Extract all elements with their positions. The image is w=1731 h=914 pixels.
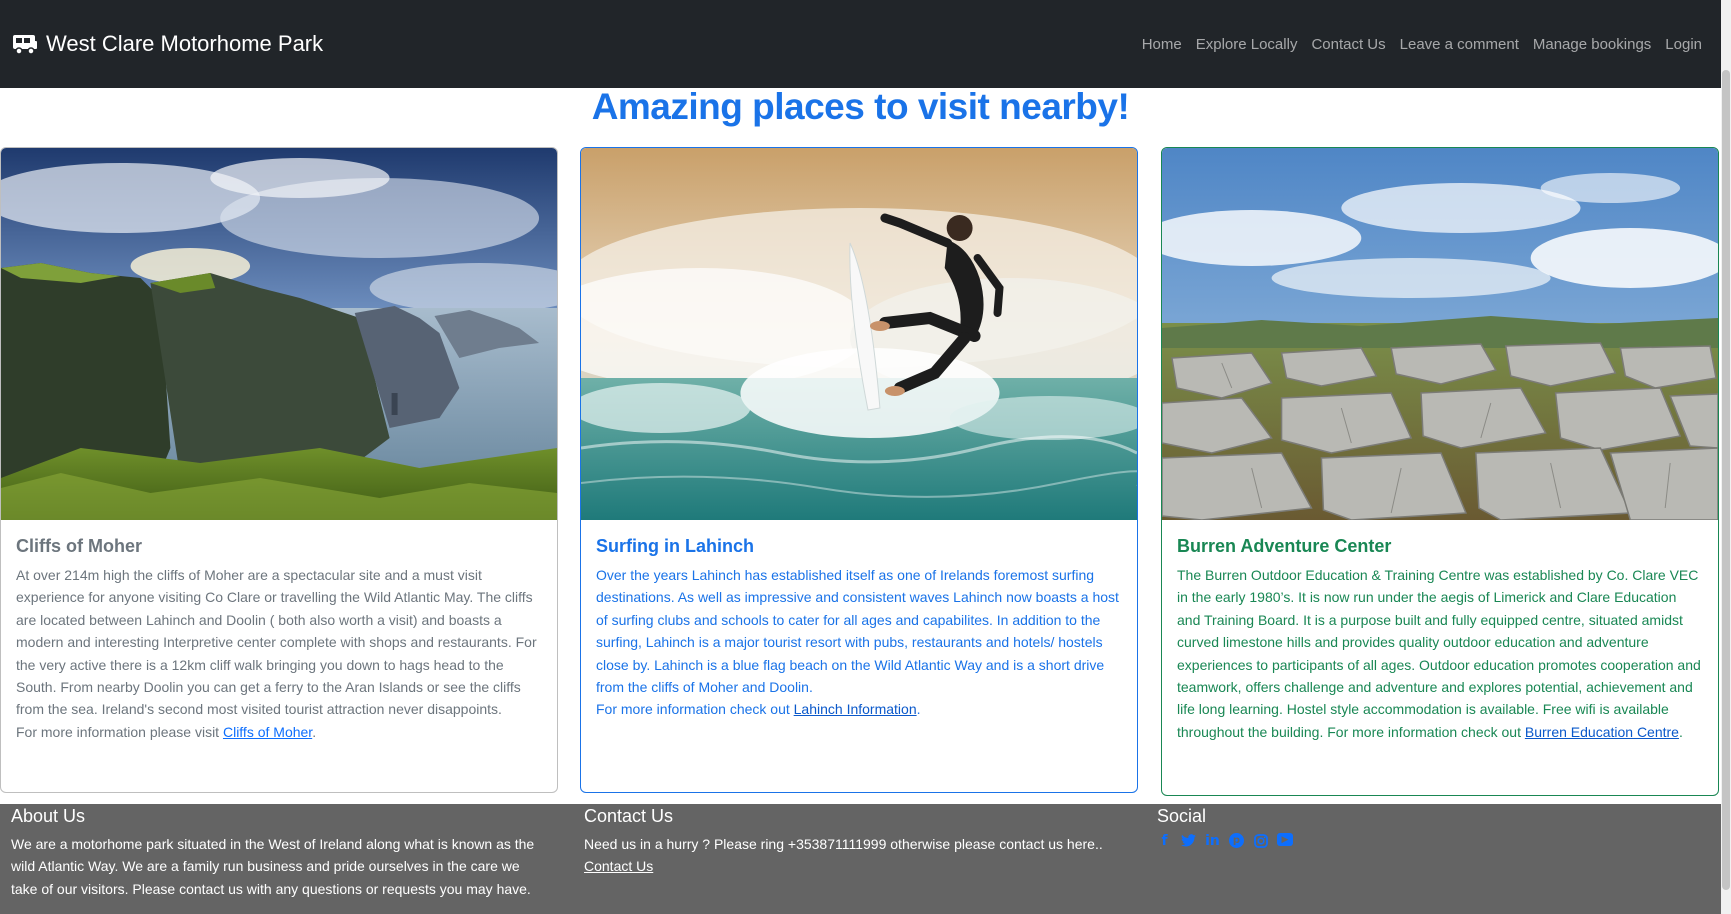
footer-contact-message: Need us in a hurry ? Please ring +353871…: [584, 836, 1103, 852]
footer-about-title: About Us: [11, 806, 86, 826]
facebook-icon[interactable]: f: [1157, 833, 1172, 849]
link-suffix: .: [916, 701, 921, 718]
card-burren-adventure-center: Burren Adventure Center The Burren Outdo…: [1161, 147, 1719, 796]
footer-about-text: We are a motorhome park situated in the …: [11, 836, 535, 897]
lahinch-information-link[interactable]: Lahinch Information: [794, 701, 917, 717]
card-body: Burren Adventure Center The Burren Outdo…: [1162, 520, 1718, 759]
brand-name: West Clare Motorhome Park: [46, 31, 324, 56]
card-body: Cliffs of Moher At over 214m high the cl…: [1, 520, 557, 759]
footer: About Us We are a motorhome park situate…: [0, 804, 1721, 914]
footer-contact-text: Need us in a hurry ? Please ring +353871…: [584, 833, 1122, 878]
card-text: Over the years Lahinch has established i…: [596, 564, 1122, 721]
linkedin-icon[interactable]: in: [1205, 833, 1220, 849]
more-info-label: For more information check out: [596, 701, 794, 718]
nav-manage-bookings[interactable]: Manage bookings: [1526, 36, 1658, 53]
cliffs-of-moher-link[interactable]: Cliffs of Moher: [223, 724, 312, 740]
twitter-icon[interactable]: [1181, 833, 1196, 848]
footer-contact-title: Contact Us: [584, 806, 674, 826]
page-title: Amazing places to visit nearby!: [591, 86, 1130, 127]
nav-contact-us[interactable]: Contact Us: [1304, 36, 1392, 53]
link-suffix: .: [312, 723, 317, 740]
scrollbar[interactable]: [1721, 0, 1731, 914]
nav-leave-comment[interactable]: Leave a comment: [1393, 36, 1526, 53]
card-title: Surfing in Lahinch: [596, 536, 754, 556]
youtube-icon[interactable]: ▶: [1277, 833, 1293, 846]
card-cliffs-of-moher: Cliffs of Moher At over 214m high the cl…: [0, 147, 558, 793]
card-description: The Burren Outdoor Education & Training …: [1177, 567, 1701, 740]
pinterest-icon[interactable]: p: [1229, 833, 1244, 848]
burren-photo: [1162, 148, 1718, 520]
scrollbar-thumb[interactable]: [1722, 70, 1730, 890]
footer-social-title: Social: [1157, 806, 1207, 826]
card-title: Burren Adventure Center: [1177, 536, 1392, 556]
footer-about: About Us We are a motorhome park situate…: [0, 804, 560, 900]
social-icons: f in p ▶: [1157, 833, 1695, 849]
cards-row: Cliffs of Moher At over 214m high the cl…: [0, 147, 1721, 797]
card-body: Surfing in Lahinch Over the years Lahinc…: [581, 520, 1137, 737]
brand[interactable]: West Clare Motorhome Park: [12, 31, 323, 57]
more-info-label: For more information please visit: [16, 723, 223, 740]
footer-contact-link[interactable]: Contact Us: [584, 858, 653, 874]
card-title: Cliffs of Moher: [16, 536, 142, 556]
page: West Clare Motorhome Park Home Explore L…: [0, 0, 1731, 914]
burren-education-centre-link[interactable]: Burren Education Centre: [1525, 724, 1679, 740]
nav-explore-locally[interactable]: Explore Locally: [1189, 36, 1305, 53]
card-surfing-in-lahinch: Surfing in Lahinch Over the years Lahinc…: [580, 147, 1138, 793]
nav-home[interactable]: Home: [1135, 36, 1189, 53]
footer-social: Social f in p ▶: [1146, 804, 1706, 849]
instagram-icon[interactable]: [1253, 833, 1268, 848]
nav-login[interactable]: Login: [1658, 36, 1709, 53]
link-suffix: .: [1678, 723, 1683, 740]
card-description: At over 214m high the cliffs of Moher ar…: [16, 567, 537, 718]
nav-links: Home Explore Locally Contact Us Leave a …: [1135, 36, 1709, 53]
card-text: The Burren Outdoor Education & Training …: [1177, 564, 1703, 743]
motorhome-icon: [12, 33, 38, 55]
cliffs-photo: [1, 148, 557, 520]
navbar: West Clare Motorhome Park Home Explore L…: [0, 0, 1721, 88]
surfer-photo: [581, 148, 1137, 520]
card-description: Over the years Lahinch has established i…: [596, 567, 1119, 696]
card-text: At over 214m high the cliffs of Moher ar…: [16, 564, 542, 743]
footer-contact: Contact Us Need us in a hurry ? Please r…: [573, 804, 1133, 878]
